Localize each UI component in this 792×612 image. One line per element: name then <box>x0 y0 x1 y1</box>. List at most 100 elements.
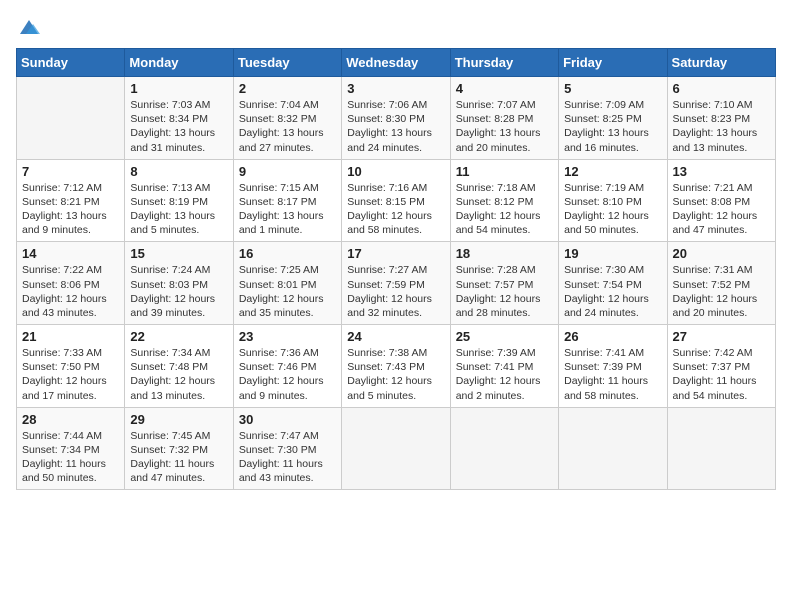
day-number: 14 <box>22 246 120 261</box>
calendar-cell: 30Sunrise: 7:47 AMSunset: 7:30 PMDayligh… <box>233 407 341 490</box>
day-info: Sunrise: 7:28 AMSunset: 7:57 PMDaylight:… <box>456 263 554 320</box>
calendar-week-row: 14 Sunrise: 7:22 AMSunset: 8:06 PMDayligh… <box>17 242 776 325</box>
day-info: Sunrise: 7:12 AMSunset: 8:21 PMDaylight:… <box>22 181 120 238</box>
day-number: 26 <box>564 329 662 344</box>
day-info: Sunrise: 7:34 AMSunset: 7:48 PMDaylight:… <box>130 346 228 403</box>
day-info: Sunrise: 7:22 AMSunset: 8:06 PMDaylight:… <box>22 263 120 320</box>
day-info: Sunrise: 7:13 AMSunset: 8:19 PMDaylight:… <box>130 181 228 238</box>
day-number: 15 <box>130 246 228 261</box>
day-info: Sunrise: 7:09 AMSunset: 8:25 PMDaylight:… <box>564 98 662 155</box>
day-number: 3 <box>347 81 445 96</box>
calendar-week-row: 1 Sunrise: 7:03 AMSunset: 8:34 PMDaylight… <box>17 77 776 160</box>
calendar-cell <box>17 77 125 160</box>
calendar-cell: 9 Sunrise: 7:15 AMSunset: 8:17 PMDaylight… <box>233 159 341 242</box>
day-number: 16 <box>239 246 337 261</box>
day-info: Sunrise: 7:21 AMSunset: 8:08 PMDaylight:… <box>673 181 771 238</box>
calendar-cell: 6 Sunrise: 7:10 AMSunset: 8:23 PMDaylight… <box>667 77 775 160</box>
calendar-cell: 11 Sunrise: 7:18 AMSunset: 8:12 PMDayligh… <box>450 159 558 242</box>
day-number: 25 <box>456 329 554 344</box>
calendar-cell: 1 Sunrise: 7:03 AMSunset: 8:34 PMDaylight… <box>125 77 233 160</box>
day-info: Sunrise: 7:25 AMSunset: 8:01 PMDaylight:… <box>239 263 337 320</box>
weekday-header: Tuesday <box>233 49 341 77</box>
calendar-cell: 16 Sunrise: 7:25 AMSunset: 8:01 PMDayligh… <box>233 242 341 325</box>
calendar-cell: 10 Sunrise: 7:16 AMSunset: 8:15 PMDayligh… <box>342 159 450 242</box>
day-number: 7 <box>22 164 120 179</box>
logo-icon <box>18 16 40 38</box>
calendar-cell <box>559 407 667 490</box>
day-number: 1 <box>130 81 228 96</box>
calendar-cell: 12 Sunrise: 7:19 AMSunset: 8:10 PMDayligh… <box>559 159 667 242</box>
day-number: 12 <box>564 164 662 179</box>
calendar-cell: 17 Sunrise: 7:27 AMSunset: 7:59 PMDayligh… <box>342 242 450 325</box>
day-info: Sunrise: 7:06 AMSunset: 8:30 PMDaylight:… <box>347 98 445 155</box>
calendar-week-row: 7 Sunrise: 7:12 AMSunset: 8:21 PMDaylight… <box>17 159 776 242</box>
day-number: 5 <box>564 81 662 96</box>
day-info: Sunrise: 7:45 AMSunset: 7:32 PMDaylight:… <box>130 429 228 486</box>
day-number: 24 <box>347 329 445 344</box>
day-number: 23 <box>239 329 337 344</box>
calendar-cell <box>667 407 775 490</box>
day-info: Sunrise: 7:47 AMSunset: 7:30 PMDaylight:… <box>239 429 337 486</box>
day-number: 9 <box>239 164 337 179</box>
day-number: 6 <box>673 81 771 96</box>
calendar-cell: 25 Sunrise: 7:39 AMSunset: 7:41 PMDayligh… <box>450 325 558 408</box>
calendar-cell: 21 Sunrise: 7:33 AMSunset: 7:50 PMDayligh… <box>17 325 125 408</box>
day-info: Sunrise: 7:31 AMSunset: 7:52 PMDaylight:… <box>673 263 771 320</box>
calendar-cell: 28 Sunrise: 7:44 AMSunset: 7:34 PMDayligh… <box>17 407 125 490</box>
day-number: 8 <box>130 164 228 179</box>
weekday-header: Monday <box>125 49 233 77</box>
day-info: Sunrise: 7:24 AMSunset: 8:03 PMDaylight:… <box>130 263 228 320</box>
day-info: Sunrise: 7:07 AMSunset: 8:28 PMDaylight:… <box>456 98 554 155</box>
calendar-cell: 14 Sunrise: 7:22 AMSunset: 8:06 PMDayligh… <box>17 242 125 325</box>
day-info: Sunrise: 7:41 AMSunset: 7:39 PMDaylight:… <box>564 346 662 403</box>
day-number: 4 <box>456 81 554 96</box>
calendar-cell: 29 Sunrise: 7:45 AMSunset: 7:32 PMDayligh… <box>125 407 233 490</box>
calendar-cell: 18 Sunrise: 7:28 AMSunset: 7:57 PMDayligh… <box>450 242 558 325</box>
day-info: Sunrise: 7:39 AMSunset: 7:41 PMDaylight:… <box>456 346 554 403</box>
day-number: 18 <box>456 246 554 261</box>
calendar-cell: 20 Sunrise: 7:31 AMSunset: 7:52 PMDayligh… <box>667 242 775 325</box>
page-header <box>16 16 776 38</box>
day-info: Sunrise: 7:18 AMSunset: 8:12 PMDaylight:… <box>456 181 554 238</box>
day-info: Sunrise: 7:19 AMSunset: 8:10 PMDaylight:… <box>564 181 662 238</box>
day-info: Sunrise: 7:16 AMSunset: 8:15 PMDaylight:… <box>347 181 445 238</box>
calendar-cell: 4 Sunrise: 7:07 AMSunset: 8:28 PMDaylight… <box>450 77 558 160</box>
day-number: 21 <box>22 329 120 344</box>
calendar-cell: 8 Sunrise: 7:13 AMSunset: 8:19 PMDaylight… <box>125 159 233 242</box>
day-info: Sunrise: 7:33 AMSunset: 7:50 PMDaylight:… <box>22 346 120 403</box>
calendar-cell: 7 Sunrise: 7:12 AMSunset: 8:21 PMDaylight… <box>17 159 125 242</box>
day-info: Sunrise: 7:04 AMSunset: 8:32 PMDaylight:… <box>239 98 337 155</box>
day-number: 11 <box>456 164 554 179</box>
calendar-cell: 15 Sunrise: 7:24 AMSunset: 8:03 PMDayligh… <box>125 242 233 325</box>
day-number: 2 <box>239 81 337 96</box>
logo <box>16 16 40 38</box>
day-number: 10 <box>347 164 445 179</box>
day-info: Sunrise: 7:30 AMSunset: 7:54 PMDaylight:… <box>564 263 662 320</box>
day-number: 29 <box>130 412 228 427</box>
weekday-header: Friday <box>559 49 667 77</box>
day-info: Sunrise: 7:03 AMSunset: 8:34 PMDaylight:… <box>130 98 228 155</box>
weekday-header: Thursday <box>450 49 558 77</box>
day-info: Sunrise: 7:15 AMSunset: 8:17 PMDaylight:… <box>239 181 337 238</box>
calendar-cell <box>450 407 558 490</box>
day-number: 19 <box>564 246 662 261</box>
calendar-table: SundayMondayTuesdayWednesdayThursdayFrid… <box>16 48 776 490</box>
calendar-cell: 3 Sunrise: 7:06 AMSunset: 8:30 PMDaylight… <box>342 77 450 160</box>
day-info: Sunrise: 7:10 AMSunset: 8:23 PMDaylight:… <box>673 98 771 155</box>
day-info: Sunrise: 7:27 AMSunset: 7:59 PMDaylight:… <box>347 263 445 320</box>
weekday-header: Wednesday <box>342 49 450 77</box>
day-number: 20 <box>673 246 771 261</box>
day-number: 27 <box>673 329 771 344</box>
day-info: Sunrise: 7:42 AMSunset: 7:37 PMDaylight:… <box>673 346 771 403</box>
calendar-cell <box>342 407 450 490</box>
calendar-week-row: 21 Sunrise: 7:33 AMSunset: 7:50 PMDayligh… <box>17 325 776 408</box>
day-number: 13 <box>673 164 771 179</box>
calendar-cell: 5 Sunrise: 7:09 AMSunset: 8:25 PMDaylight… <box>559 77 667 160</box>
day-info: Sunrise: 7:38 AMSunset: 7:43 PMDaylight:… <box>347 346 445 403</box>
calendar-cell: 24 Sunrise: 7:38 AMSunset: 7:43 PMDayligh… <box>342 325 450 408</box>
calendar-cell: 13 Sunrise: 7:21 AMSunset: 8:08 PMDayligh… <box>667 159 775 242</box>
calendar-cell: 23Sunrise: 7:36 AMSunset: 7:46 PMDayligh… <box>233 325 341 408</box>
day-number: 17 <box>347 246 445 261</box>
day-info: Sunrise: 7:44 AMSunset: 7:34 PMDaylight:… <box>22 429 120 486</box>
day-number: 28 <box>22 412 120 427</box>
